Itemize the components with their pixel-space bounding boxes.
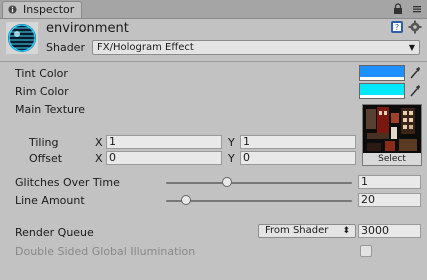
line-amount-slider-track[interactable] [166,200,352,202]
object-title[interactable]: environment [46,21,129,36]
tint-color-label: Tint Color [15,67,68,80]
main-texture-label: Main Texture [15,103,86,116]
line-amount-label: Line Amount [15,194,85,207]
updown-arrow-icon: ⬍ [342,226,350,236]
eyedropper-icon[interactable] [409,84,421,98]
texture-thumbnail[interactable]: Select [362,104,422,166]
shader-label: Shader [46,41,85,54]
texture-preview-image [363,105,421,153]
glitches-label: Glitches Over Time [15,176,120,189]
tiling-x-field[interactable]: 1 [106,135,222,149]
double-sided-gi-label: Double Sided Global Illumination [15,245,196,258]
menu-icon[interactable] [412,4,422,14]
double-sided-gi-checkbox[interactable] [360,245,372,257]
rim-color-swatch[interactable] [359,83,405,99]
glitches-slider-track[interactable] [166,182,352,184]
alpha-bar [360,95,404,98]
help-icon[interactable]: ? [390,20,404,34]
texture-select-button[interactable]: Select [363,153,421,165]
shader-value: FX/Hologram Effect [97,42,194,53]
tint-color-swatch[interactable] [359,65,405,81]
material-icon [6,22,38,54]
render-queue-label: Render Queue [15,226,94,239]
rim-color-label: Rim Color [15,85,69,98]
tiling-label: Tiling [29,136,59,149]
gear-icon[interactable] [408,20,422,34]
offset-y-label: Y [228,152,235,165]
glitches-slider-thumb[interactable] [222,177,233,187]
shader-dropdown[interactable]: FX/Hologram Effect ▼ [92,40,420,55]
render-queue-dropdown[interactable]: From Shader ⬍ [258,224,356,238]
divider [0,61,427,62]
tab-inspector[interactable]: Inspector [2,1,82,18]
line-amount-slider-thumb[interactable] [181,195,192,205]
offset-y-field[interactable]: 0 [240,151,356,165]
eyedropper-icon[interactable] [409,66,421,80]
tiling-y-label: Y [228,136,235,149]
glitches-value-field[interactable]: 1 [358,175,421,189]
dropdown-arrow-icon: ▼ [408,43,415,52]
svg-text:?: ? [395,23,399,32]
offset-label: Offset [29,152,63,165]
offset-x-field[interactable]: 0 [106,151,222,165]
render-queue-mode: From Shader [265,225,329,236]
info-icon [8,5,17,14]
tab-label: Inspector [23,3,75,16]
tiling-y-field[interactable]: 1 [240,135,356,149]
offset-x-label: X [95,152,103,165]
tiling-x-label: X [95,136,103,149]
alpha-bar [360,77,404,80]
render-queue-value-field[interactable]: 3000 [358,224,421,238]
lock-icon[interactable] [393,3,403,15]
line-amount-value-field[interactable]: 20 [358,193,421,207]
